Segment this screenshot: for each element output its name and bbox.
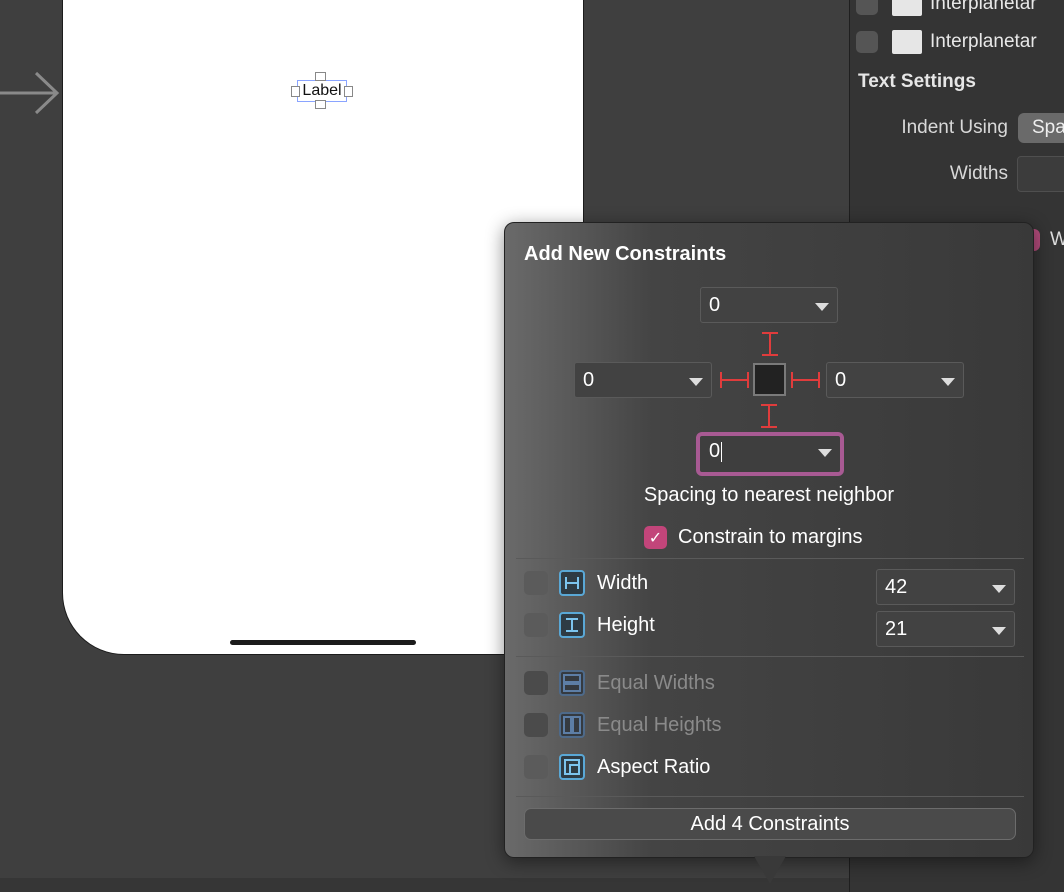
divider	[516, 796, 1024, 797]
strut-cap	[762, 332, 778, 334]
file-checkbox[interactable]	[856, 0, 878, 15]
widths-label: Widths	[949, 163, 1008, 184]
constrain-to-margins-row[interactable]: ✓ Constrain to margins	[644, 526, 863, 549]
leading-spacing-combo[interactable]: 0	[574, 362, 712, 398]
resize-handle-top[interactable]	[315, 72, 326, 81]
width-value-combo[interactable]: 42	[876, 569, 1015, 605]
chevron-down-icon[interactable]	[689, 378, 703, 386]
bottom-constraint-strut[interactable]	[768, 404, 770, 428]
equal-heights-checkbox[interactable]	[524, 713, 548, 737]
divider	[516, 558, 1024, 559]
resize-handle-bottom[interactable]	[315, 100, 326, 109]
canvas-bottom-bar	[0, 878, 850, 892]
constraint-target-box	[753, 363, 786, 396]
resize-handle-right[interactable]	[344, 86, 353, 97]
equal-widths-row: Equal Widths	[524, 670, 715, 696]
equal-heights-icon	[559, 712, 585, 738]
chevron-down-icon[interactable]	[815, 303, 829, 311]
strut-cap	[761, 404, 777, 406]
width-checkbox[interactable]	[524, 571, 548, 595]
spacing-caption: Spacing to nearest neighbor	[643, 484, 895, 506]
text-settings-title: Text Settings	[858, 71, 976, 92]
constrain-to-margins-checkbox[interactable]: ✓	[644, 526, 667, 549]
width-label: Width	[597, 571, 649, 594]
height-row[interactable]: Height	[524, 612, 655, 638]
entry-point-arrow-icon	[0, 71, 60, 115]
leading-constraint-strut[interactable]	[721, 379, 749, 381]
divider	[516, 656, 1024, 657]
file-name: Interplanetar	[930, 0, 1037, 14]
document-icon	[892, 0, 922, 16]
bottom-spacing-value[interactable]: 0	[709, 440, 723, 463]
wrap-lines-label: W	[1050, 229, 1064, 250]
width-value: 42	[885, 576, 908, 598]
indent-using-popup[interactable]: Spa	[1018, 113, 1064, 143]
constrain-to-margins-label: Constrain to margins	[678, 526, 863, 548]
file-row[interactable]: Interplanetar	[856, 30, 1037, 54]
top-spacing-value: 0	[709, 294, 721, 316]
width-row[interactable]: Width	[524, 570, 648, 596]
equal-widths-label: Equal Widths	[597, 671, 715, 694]
height-value: 21	[885, 618, 908, 640]
widths-field[interactable]	[1017, 156, 1064, 192]
file-name: Interplanetar	[930, 31, 1037, 52]
aspect-ratio-row[interactable]: Aspect Ratio	[524, 754, 710, 780]
chevron-down-icon[interactable]	[818, 449, 832, 457]
top-spacing-combo[interactable]: 0	[700, 287, 838, 323]
strut-cap	[747, 372, 749, 388]
chevron-down-icon[interactable]	[992, 585, 1006, 593]
equal-heights-row: Equal Heights	[524, 712, 722, 738]
equal-widths-icon	[559, 670, 585, 696]
indent-using-label: Indent Using	[901, 117, 1008, 138]
chevron-down-icon[interactable]	[941, 378, 955, 386]
trailing-constraint-strut[interactable]	[792, 379, 820, 381]
popover-title: Add New Constraints	[524, 243, 727, 265]
strut-cap	[791, 372, 793, 388]
trailing-spacing-value: 0	[835, 369, 847, 391]
popover-tail	[754, 856, 786, 884]
selected-label[interactable]: Label	[297, 80, 347, 102]
bottom-spacing-combo[interactable]: 0	[696, 432, 844, 476]
strut-cap	[818, 372, 820, 388]
height-constraint-icon	[559, 612, 585, 638]
trailing-spacing-combo[interactable]: 0	[826, 362, 964, 398]
chevron-down-icon[interactable]	[992, 627, 1006, 635]
strut-cap	[761, 426, 777, 428]
home-indicator	[230, 640, 416, 645]
height-checkbox[interactable]	[524, 613, 548, 637]
equal-heights-label: Equal Heights	[597, 713, 722, 736]
strut-cap	[762, 354, 778, 356]
top-constraint-strut[interactable]	[769, 332, 771, 356]
aspect-ratio-icon	[559, 754, 585, 780]
height-value-combo[interactable]: 21	[876, 611, 1015, 647]
equal-widths-checkbox[interactable]	[524, 671, 548, 695]
document-icon	[892, 30, 922, 54]
file-row[interactable]: Interplanetar	[856, 0, 1037, 16]
strut-cap	[720, 372, 722, 388]
height-label: Height	[597, 613, 655, 636]
aspect-ratio-label: Aspect Ratio	[597, 755, 711, 778]
aspect-ratio-checkbox[interactable]	[524, 755, 548, 779]
resize-handle-left[interactable]	[291, 86, 300, 97]
leading-spacing-value: 0	[583, 369, 595, 391]
width-constraint-icon	[559, 570, 585, 596]
file-checkbox[interactable]	[856, 31, 878, 53]
label-text: Label	[302, 82, 342, 99]
add-constraints-button[interactable]: Add 4 Constraints	[524, 808, 1016, 840]
